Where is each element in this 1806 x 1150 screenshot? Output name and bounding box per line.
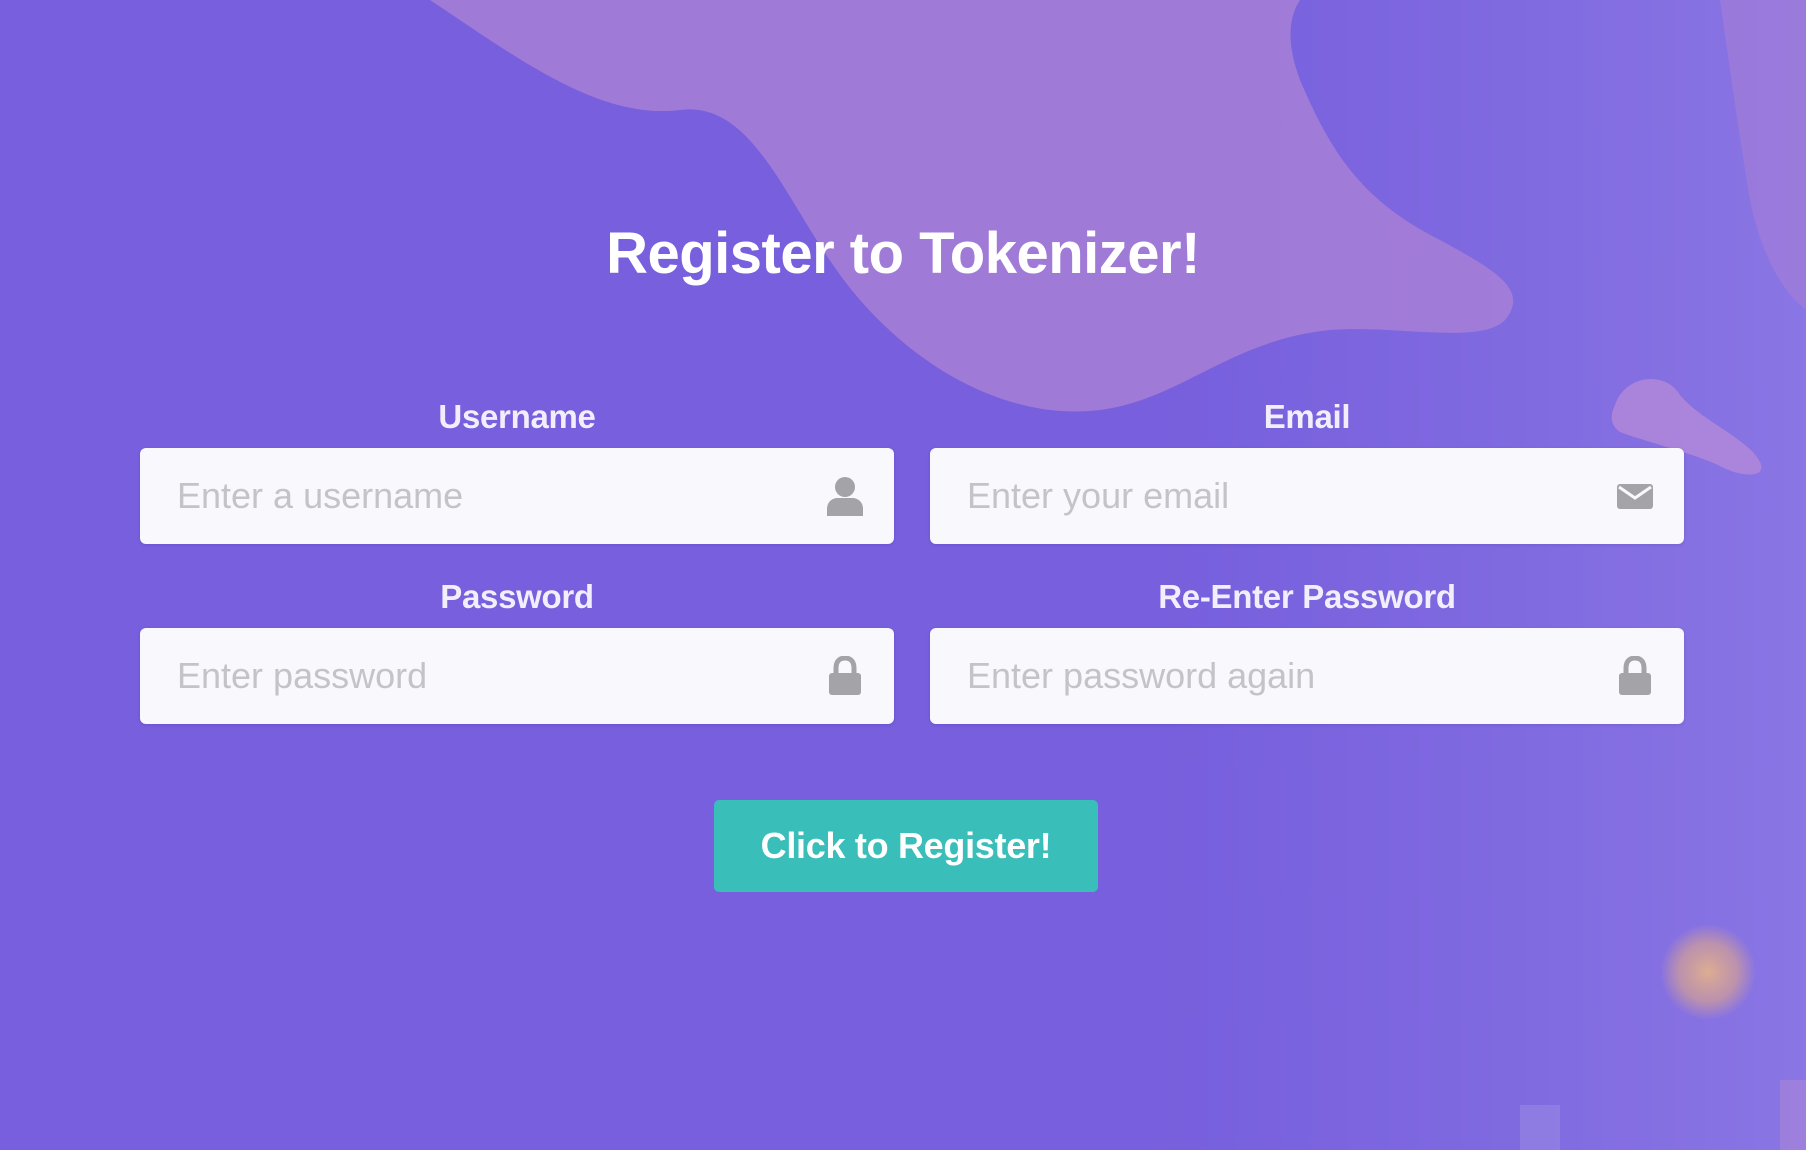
username-label: Username — [438, 398, 596, 435]
lock-icon — [829, 656, 861, 695]
email-label: Email — [1263, 398, 1351, 435]
reenter-password-label: Re-Enter Password — [1158, 578, 1456, 615]
background-decoration — [0, 0, 1806, 1150]
page-title: Register to Tokenizer! — [606, 221, 1200, 286]
user-icon — [827, 477, 863, 516]
register-button[interactable]: Click to Register! — [714, 800, 1098, 892]
reenter-password-field[interactable] — [930, 628, 1684, 724]
email-input[interactable] — [930, 448, 1684, 544]
username-field[interactable] — [140, 448, 894, 544]
reenter-password-input[interactable] — [930, 628, 1684, 724]
password-input[interactable] — [140, 628, 894, 724]
password-label: Password — [440, 578, 594, 615]
email-field[interactable] — [930, 448, 1684, 544]
username-input[interactable] — [140, 448, 894, 544]
password-field[interactable] — [140, 628, 894, 724]
background-glow — [1660, 924, 1756, 1020]
lock-icon — [1619, 656, 1651, 695]
envelope-icon — [1617, 484, 1653, 509]
